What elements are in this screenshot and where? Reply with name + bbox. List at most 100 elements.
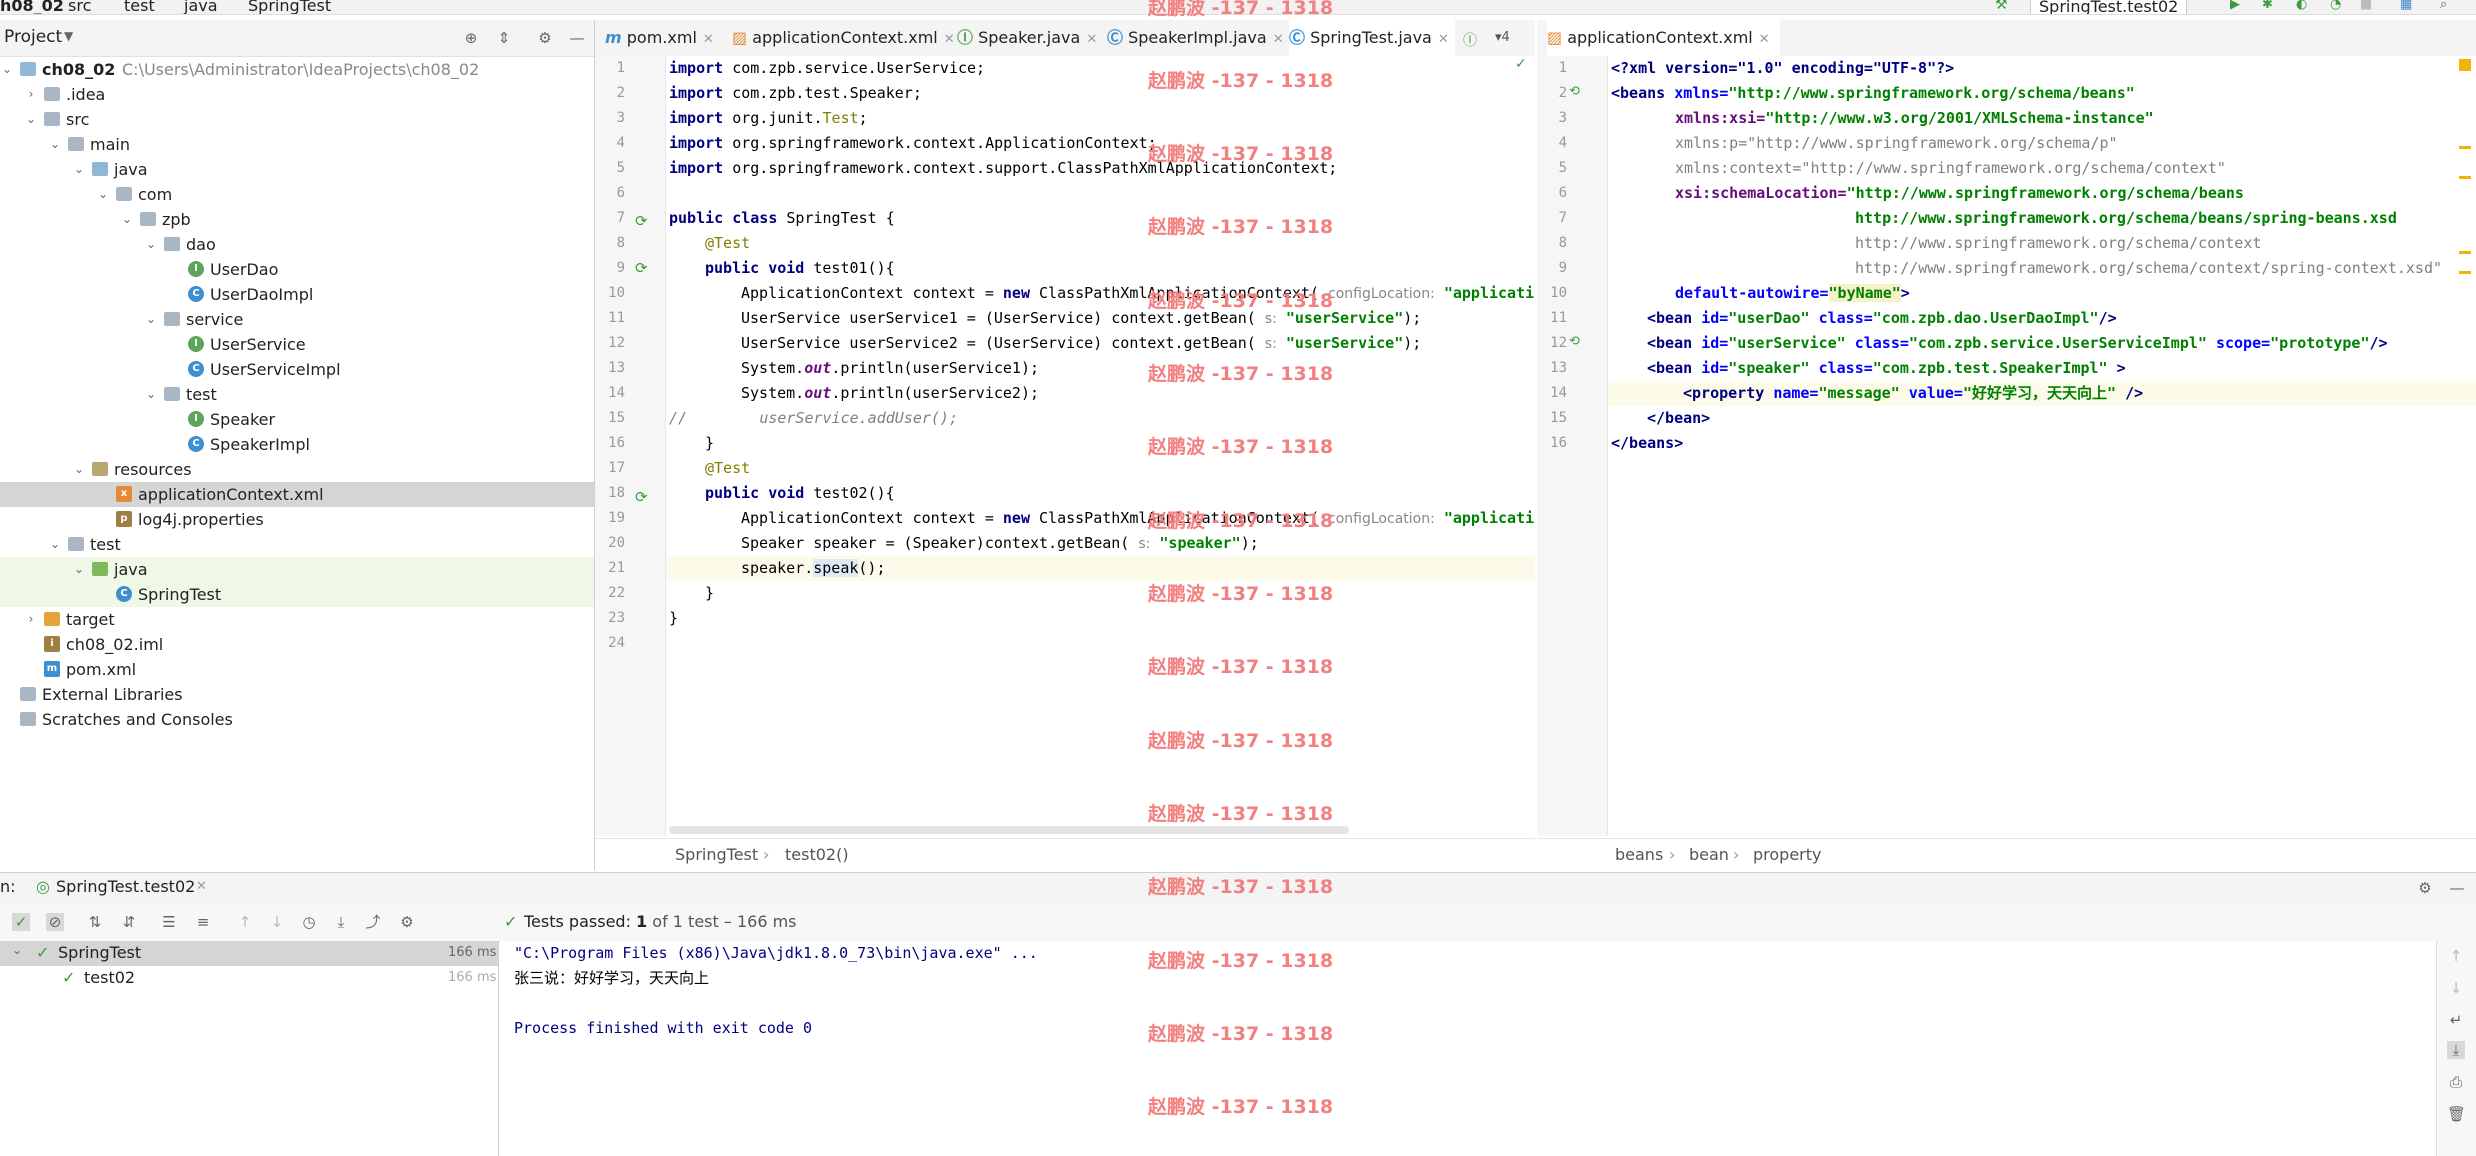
profile-icon[interactable]: ◔ xyxy=(2330,0,2344,12)
project-structure-icon[interactable]: ▦ xyxy=(2400,0,2414,12)
tree-item--idea[interactable]: › .idea xyxy=(0,82,594,107)
chevron-down-icon[interactable]: ⌄ xyxy=(12,943,22,957)
scroll-up-icon[interactable]: ↑ xyxy=(2447,947,2465,965)
close-icon[interactable]: ✕ xyxy=(196,879,207,894)
hide-panel-icon[interactable]: — xyxy=(568,29,586,47)
locate-file-icon[interactable]: ⊕ xyxy=(462,29,480,47)
run-test-gutter-icon[interactable]: ⟳ xyxy=(635,212,648,230)
run-tab-springtest-test02[interactable]: SpringTest.test02 xyxy=(56,877,195,896)
java-editor[interactable]: 1 2 3 4 5 6 7 8 9 10 11 12 13 14 15 16 17 18 19 20 21 22 23 24 … xyxy=(595,56,1535,836)
gear-icon[interactable]: ⚙ xyxy=(398,913,416,931)
breadcrumb-method[interactable]: test02() xyxy=(785,845,849,864)
breadcrumb-beans[interactable]: beans xyxy=(1615,845,1663,864)
close-icon[interactable]: ✕ xyxy=(703,32,714,47)
gear-icon[interactable]: ⚙ xyxy=(2416,879,2434,897)
tab-speaker-java[interactable]: Ⓘ Speaker.java ✕ xyxy=(957,20,1097,56)
test-row-springtest[interactable]: ⌄ ✓ SpringTest 166 ms xyxy=(0,941,498,966)
chevron-down-icon[interactable]: ⌄ xyxy=(96,182,110,207)
tab-pom-xml[interactable]: m pom.xml ✕ xyxy=(605,20,714,56)
tree-item-applicationcontext-xml[interactable]: x applicationContext.xml xyxy=(0,482,594,507)
tree-item-userserviceimpl[interactable]: C UserServiceImpl xyxy=(0,357,594,382)
console-output[interactable]: "C:\Program Files (x86)\Java\jdk1.8.0_73… xyxy=(500,941,2436,1156)
show-ignored-icon[interactable]: ⊘ xyxy=(46,913,64,931)
warning-stripe[interactable] xyxy=(2459,271,2471,274)
nav-crumb-src[interactable]: src xyxy=(68,0,91,14)
sort-alpha-icon[interactable]: ⇅ xyxy=(86,913,104,931)
run-test-gutter-icon[interactable]: ⟳ xyxy=(635,488,648,506)
breadcrumb-class[interactable]: SpringTest xyxy=(675,845,758,864)
test-row-test02[interactable]: ✓ test02 166 ms xyxy=(0,966,498,991)
trash-icon[interactable]: 🗑 xyxy=(2447,1105,2466,1123)
tree-item-scratches-and-consoles[interactable]: Scratches and Consoles xyxy=(0,707,594,732)
scroll-down-icon[interactable]: ↓ xyxy=(2447,979,2465,997)
tab-speakerimpl-java[interactable]: Ⓒ SpeakerImpl.java ✕ xyxy=(1107,20,1284,56)
nav-crumb-springtest[interactable]: SpringTest xyxy=(248,0,331,14)
warning-marker-icon[interactable] xyxy=(2459,59,2471,71)
breadcrumb-bean[interactable]: bean xyxy=(1689,845,1729,864)
tree-item-userdaoimpl[interactable]: C UserDaoImpl xyxy=(0,282,594,307)
debug-icon[interactable]: ✱ xyxy=(2262,0,2276,12)
tree-item-test[interactable]: ⌄ test xyxy=(0,382,594,407)
project-view-select[interactable]: Project xyxy=(4,27,62,47)
test-history-icon[interactable]: ◷ xyxy=(300,913,318,931)
gear-icon[interactable]: ⚙ xyxy=(536,29,554,47)
chevron-down-icon[interactable]: ⌄ xyxy=(72,457,86,482)
chevron-down-icon[interactable]: ⌄ xyxy=(72,557,86,582)
export-tests-icon[interactable]: ⤴ xyxy=(364,913,382,931)
warning-stripe[interactable] xyxy=(2459,146,2471,149)
tree-item-ch08-02[interactable]: ⌄ ch08_02 C:\Users\Administrator\IdeaProje… xyxy=(0,57,594,82)
close-icon[interactable]: ✕ xyxy=(1086,32,1097,47)
hide-panel-icon[interactable]: — xyxy=(2448,879,2466,897)
previous-test-icon[interactable]: ↑ xyxy=(236,913,254,931)
tree-item-java[interactable]: ⌄ java xyxy=(0,157,594,182)
tree-item-springtest[interactable]: C SpringTest xyxy=(0,582,594,607)
tree-item-service[interactable]: ⌄ service xyxy=(0,307,594,332)
tree-item-resources[interactable]: ⌄ resources xyxy=(0,457,594,482)
sort-duration-icon[interactable]: ⇵ xyxy=(120,913,138,931)
chevron-down-icon[interactable]: ⌄ xyxy=(24,107,38,132)
chevron-down-icon[interactable]: ⌄ xyxy=(120,207,134,232)
bean-gutter-icon[interactable]: ⟲ xyxy=(1569,84,1580,99)
warning-stripe[interactable] xyxy=(2459,251,2471,254)
tab-applicationcontext-xml-right[interactable]: ▨ applicationContext.xml ✕ xyxy=(1547,20,1780,56)
chevron-down-icon[interactable]: ⌄ xyxy=(48,132,62,157)
bean-gutter-icon[interactable]: ⟲ xyxy=(1569,334,1580,349)
tab-springtest-java[interactable]: Ⓒ SpringTest.java ✕ xyxy=(1289,20,1455,56)
tab-overflow-button[interactable]: ▾4 xyxy=(1495,30,1510,45)
tree-item-zpb[interactable]: ⌄ zpb xyxy=(0,207,594,232)
coverage-icon[interactable]: ◐ xyxy=(2296,0,2310,12)
chevron-down-icon[interactable]: ⌄ xyxy=(144,382,158,407)
tree-item-java[interactable]: ⌄ java xyxy=(0,557,594,582)
close-icon[interactable]: ✕ xyxy=(1759,32,1770,47)
tree-item-src[interactable]: ⌄ src xyxy=(0,107,594,132)
chevron-down-icon[interactable]: ⌄ xyxy=(48,532,62,557)
close-icon[interactable]: ✕ xyxy=(944,32,955,47)
chevron-down-icon[interactable]: ⌄ xyxy=(144,232,158,257)
tree-item-target[interactable]: › target xyxy=(0,607,594,632)
tree-item-ch08-02-iml[interactable]: i ch08_02.iml xyxy=(0,632,594,657)
tree-item-com[interactable]: ⌄ com xyxy=(0,182,594,207)
warning-stripe[interactable] xyxy=(2459,176,2471,179)
chevron-down-icon[interactable]: ⌄ xyxy=(0,57,14,82)
run-test-gutter-icon[interactable]: ⟳ xyxy=(635,259,648,277)
tab-applicationcontext-xml[interactable]: ▨ applicationContext.xml ✕ xyxy=(732,20,955,56)
collapse-all-icon[interactable]: ⇕ xyxy=(495,29,513,47)
nav-crumb-java[interactable]: java xyxy=(184,0,218,14)
import-tests-icon[interactable]: ⤓ xyxy=(332,913,350,931)
tree-item-userservice[interactable]: I UserService xyxy=(0,332,594,357)
chevron-right-icon[interactable]: › xyxy=(24,82,38,107)
breadcrumb-property[interactable]: property xyxy=(1753,845,1822,864)
run-icon[interactable]: ▶ xyxy=(2230,0,2244,12)
close-icon[interactable]: ✕ xyxy=(1438,32,1449,47)
show-passed-icon[interactable]: ✓ xyxy=(12,913,30,931)
tree-item-speakerimpl[interactable]: C SpeakerImpl xyxy=(0,432,594,457)
stop-icon[interactable]: ■ xyxy=(2360,0,2374,12)
tree-item-log4j-properties[interactable]: p log4j.properties xyxy=(0,507,594,532)
tree-item-main[interactable]: ⌄ main xyxy=(0,132,594,157)
search-everywhere-icon[interactable]: ⌕ xyxy=(2440,0,2454,12)
chevron-down-icon[interactable]: ▼ xyxy=(64,29,73,43)
hammer-icon[interactable]: ⚒ xyxy=(1995,0,2009,12)
print-icon[interactable]: ⎙ xyxy=(2447,1073,2465,1091)
tree-item-dao[interactable]: ⌄ dao xyxy=(0,232,594,257)
horizontal-scrollbar[interactable] xyxy=(669,826,1349,834)
